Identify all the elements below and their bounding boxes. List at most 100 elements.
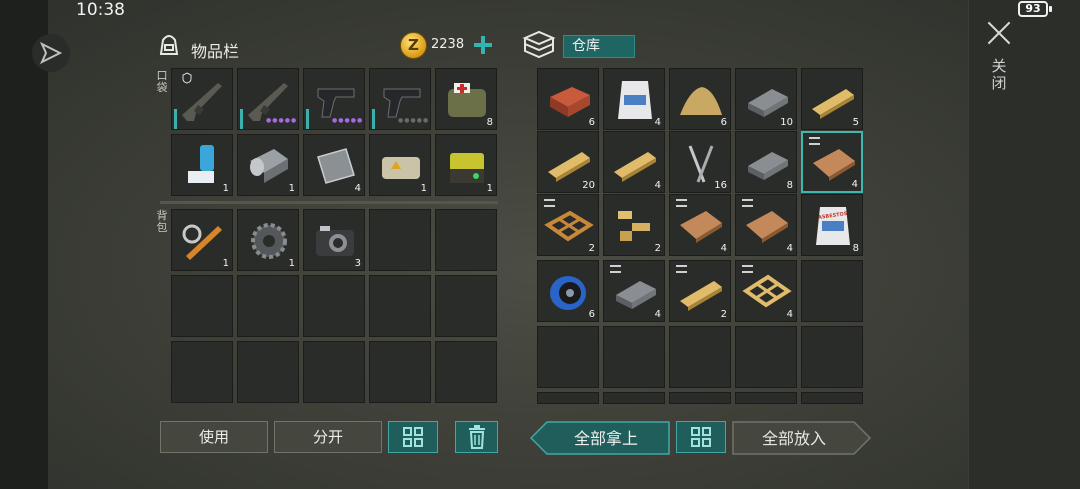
steel-bar-slot[interactable]: 4 [603, 260, 665, 322]
item-count: 4 [654, 180, 661, 191]
steel-sheet-slot[interactable]: 4 [735, 194, 797, 256]
item-count: 4 [786, 309, 793, 320]
item-count: 6 [588, 117, 595, 128]
empty-slot[interactable] [237, 275, 299, 337]
wood-beam-slot[interactable]: 2 [669, 260, 731, 322]
empty-slot[interactable] [801, 392, 863, 404]
empty-slot[interactable] [537, 326, 599, 388]
add-coins-button[interactable] [471, 32, 495, 58]
grid-icon [403, 427, 423, 447]
stack-icon [742, 199, 753, 207]
empty-slot[interactable] [669, 326, 731, 388]
sort-warehouse-button[interactable] [676, 421, 726, 453]
item-count: 4 [354, 183, 361, 194]
empty-slot[interactable] [435, 341, 497, 403]
empty-slot[interactable] [735, 392, 797, 404]
empty-slot[interactable] [735, 326, 797, 388]
close-label[interactable]: 关闭 [990, 58, 1008, 92]
plank-icon [680, 281, 722, 311]
durability-bar [174, 109, 177, 129]
discard-button[interactable] [455, 421, 498, 453]
backpack-label: 背包 [156, 209, 168, 234]
empty-slot[interactable] [369, 341, 431, 403]
bag-icon [618, 81, 652, 119]
ak-rifle-slot[interactable]: ●●●●● [237, 68, 299, 130]
empty-slot[interactable] [435, 209, 497, 271]
empty-slot[interactable] [801, 260, 863, 322]
item-count: 2 [588, 243, 595, 254]
empty-slot[interactable] [801, 326, 863, 388]
wood-truss-slot[interactable]: 4 [735, 260, 797, 322]
wood-scraps-slot[interactable]: 2 [603, 194, 665, 256]
assault-rifle-camo-slot[interactable] [171, 68, 233, 130]
durability-bar [240, 109, 243, 129]
asbestos-bag-slot[interactable]: ASBESTOS 8 [801, 194, 863, 256]
gear-wheel-slot[interactable]: 1 [237, 209, 299, 271]
warehouse-title: 仓库 [563, 35, 635, 58]
plywood-sheet-slot[interactable]: 4 [801, 131, 863, 193]
copper-bar-slot[interactable]: 10 [735, 68, 797, 130]
scraps-icon [618, 211, 650, 241]
item-count: 2 [720, 309, 727, 320]
item-count: 2 [654, 243, 661, 254]
item-count: 4 [654, 117, 661, 128]
brick-slot[interactable]: 6 [537, 68, 599, 130]
metal-roll-slot[interactable]: 1 [237, 134, 299, 196]
medical-bag-slot[interactable]: 8 [435, 68, 497, 130]
empty-slot[interactable] [171, 341, 233, 403]
wooden-board-slot[interactable]: 20 [537, 131, 599, 193]
sand-icon [680, 87, 722, 115]
put-all-label: 全部放入 [762, 429, 826, 448]
empty-slot[interactable] [171, 275, 233, 337]
copper-sheet-slot[interactable]: 4 [669, 194, 731, 256]
take-all-button[interactable]: 全部拿上 [530, 421, 670, 455]
tool-parts-slot[interactable]: 1 [171, 209, 233, 271]
item-count: 6 [720, 117, 727, 128]
empty-slot[interactable] [669, 392, 731, 404]
inhaler-slot[interactable]: 1 [171, 134, 233, 196]
pistol-slot[interactable]: ●●●●● [303, 68, 365, 130]
empty-slot[interactable] [603, 392, 665, 404]
sheet-icon [746, 211, 788, 243]
split-button[interactable]: 分开 [274, 421, 382, 453]
iron-bar-slot[interactable]: 8 [735, 131, 797, 193]
camera-slot[interactable]: 3 [303, 209, 365, 271]
ingot-icon [748, 152, 788, 180]
empty-slot[interactable] [603, 326, 665, 388]
nails-slot[interactable]: 16 [669, 131, 731, 193]
put-all-button[interactable]: 全部放入 [732, 421, 872, 455]
pistol-dark-slot[interactable]: ●●●●● [369, 68, 431, 130]
metal-plate-slot[interactable]: 4 [303, 134, 365, 196]
backpack-icon [159, 35, 179, 55]
wire-spool-slot[interactable]: 6 [537, 260, 599, 322]
sheet-icon [680, 211, 722, 243]
wood-frame-slot[interactable]: 2 [537, 194, 599, 256]
empty-slot[interactable] [369, 209, 431, 271]
empty-slot[interactable] [537, 392, 599, 404]
coin-count: 2238 [431, 37, 465, 52]
empty-slot[interactable] [303, 341, 365, 403]
shield-icon [182, 72, 192, 84]
use-button[interactable]: 使用 [160, 421, 268, 453]
medkit-icon [448, 83, 486, 117]
send-icon[interactable] [32, 34, 70, 72]
close-icon[interactable] [986, 20, 1012, 46]
sort-inventory-button[interactable] [388, 421, 438, 453]
item-count: 4 [654, 309, 661, 320]
battery-indicator: 93 [1018, 1, 1048, 17]
stack-icon [742, 265, 753, 273]
camera-icon [316, 226, 354, 256]
battery-box-slot[interactable]: 1 [435, 134, 497, 196]
empty-slot[interactable] [237, 341, 299, 403]
cement-bag-slot[interactable]: 4 [603, 68, 665, 130]
warning-pack-slot[interactable]: 1 [369, 134, 431, 196]
empty-slot[interactable] [369, 275, 431, 337]
empty-slot[interactable] [435, 275, 497, 337]
item-count: 1 [222, 258, 229, 269]
wooden-board-small-slot[interactable]: 4 [603, 131, 665, 193]
truss-icon [742, 274, 792, 308]
empty-slot[interactable] [303, 275, 365, 337]
item-count: 4 [851, 179, 858, 190]
wood-plank-slot[interactable]: 5 [801, 68, 863, 130]
sand-pile-slot[interactable]: 6 [669, 68, 731, 130]
